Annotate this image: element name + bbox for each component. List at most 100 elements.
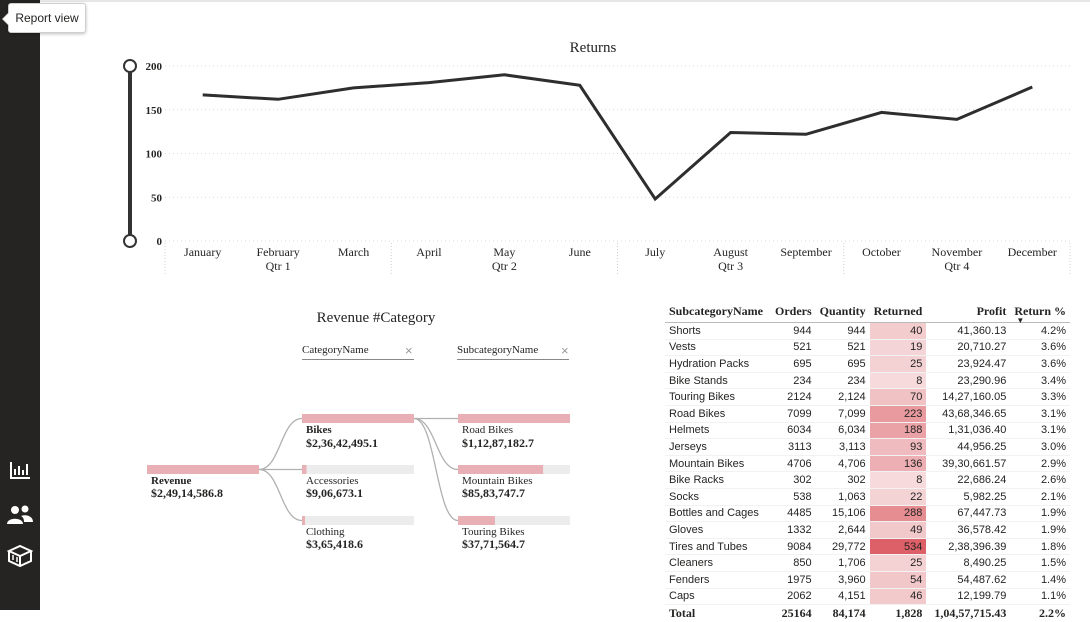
cell-returned: 136 (869, 455, 927, 473)
remove-level-subcategory-icon[interactable]: × (561, 343, 569, 358)
y-zoom-slider-bottom-handle[interactable] (123, 234, 137, 248)
category-node-bar[interactable] (302, 465, 307, 474)
column-header-return-pct[interactable]: Return % ▼ (1010, 300, 1070, 326)
table-row[interactable]: Bottles and Cages 4485 15,106 288 67,447.73 1… (665, 505, 1071, 523)
cell-subcategory: Jerseys (665, 438, 771, 456)
cell-returned: 8 (869, 471, 927, 489)
table-row[interactable]: Helmets 6034 6,034 188 1,31,036.40 3.1% (665, 422, 1071, 440)
cell-orders: 1975 (771, 571, 816, 589)
cell-returned: 25 (869, 554, 927, 572)
cell-return-pct: 1.8% (1010, 538, 1071, 556)
cell-profit: 44,956.25 (926, 438, 1011, 456)
quarter-label: Qtr 2 (492, 259, 517, 273)
table-row[interactable]: Tires and Tubes 9084 29,772 534 2,38,396.39 1… (665, 538, 1071, 556)
cell-quantity: 29,772 (815, 538, 870, 556)
cell-orders: 7099 (771, 405, 816, 423)
table-row[interactable]: Jerseys 3113 3,113 93 44,956.25 3.0% (665, 438, 1071, 456)
table-row[interactable]: Road Bikes 7099 7,099 223 43,68,346.65 3.1% (665, 405, 1071, 423)
table-row[interactable]: Mountain Bikes 4706 4,706 136 39,30,661.57 2.… (665, 455, 1071, 473)
cell-quantity: 2,644 (815, 521, 870, 539)
cell-subcategory: Fenders (665, 571, 771, 589)
subcategory-node-bar[interactable] (458, 414, 570, 423)
cell-return-pct: 1.9% (1010, 521, 1071, 539)
root-to-category-link (258, 417, 303, 471)
x-tick-label: February (256, 245, 299, 259)
column-header-subcategory[interactable]: SubcategoryName (665, 300, 771, 323)
table-row[interactable]: Touring Bikes 2124 2,124 70 14,27,160.05 3.3% (665, 388, 1071, 406)
y-tick-label: 100 (146, 149, 163, 161)
cell-return-pct: 1.9% (1010, 505, 1071, 523)
category-node-label[interactable]: Bikes (306, 425, 332, 436)
x-tick-label: November (932, 245, 983, 259)
total-profit: 1,04,57,715.43 (926, 604, 1011, 622)
category-node-bar-track (302, 414, 414, 423)
returns-table: SubcategoryName Orders Quantity Returned… (665, 300, 1071, 622)
cell-orders: 4485 (771, 505, 816, 523)
y-tick-label: 150 (146, 105, 163, 117)
cell-profit: 12,199.79 (926, 588, 1011, 606)
cell-return-pct: 1.4% (1010, 571, 1071, 589)
x-tick-label: June (569, 245, 591, 259)
cell-returned: 46 (869, 588, 927, 606)
cell-returned: 19 (869, 339, 927, 357)
cell-orders: 234 (771, 372, 816, 390)
total-return-pct: 2.2% (1010, 604, 1071, 622)
table-row[interactable]: Cleaners 850 1,706 25 8,490.25 1.5% (665, 554, 1071, 572)
column-header-returned[interactable]: Returned (870, 300, 927, 323)
column-header-orders[interactable]: Orders (771, 300, 816, 323)
level-header-category[interactable]: CategoryName (302, 344, 414, 360)
cell-profit: 43,68,346.65 (926, 405, 1011, 423)
subcategory-node-label[interactable]: Road Bikes (462, 425, 513, 436)
cell-quantity: 1,706 (815, 554, 870, 572)
subcategory-node-value: $37,71,564.7 (462, 537, 525, 551)
table-row[interactable]: Bike Racks 302 302 8 22,686.24 2.6% (665, 471, 1071, 489)
subcategory-node-bar[interactable] (458, 465, 544, 474)
root-node-bar[interactable] (147, 465, 259, 474)
returns-series-line[interactable] (202, 73, 1033, 202)
table-row[interactable]: Socks 538 1,063 22 5,982.25 2.1% (665, 488, 1071, 506)
quarter-label: Qtr 3 (718, 259, 743, 273)
table-row[interactable]: Caps 2062 4,151 46 12,199.79 1.1% (665, 588, 1071, 606)
cell-returned: 54 (869, 571, 927, 589)
subcategory-node-bar[interactable] (458, 516, 495, 525)
cell-orders: 521 (771, 339, 816, 357)
cell-profit: 39,30,661.57 (926, 455, 1011, 473)
cell-profit: 14,27,160.05 (926, 388, 1011, 406)
table-row[interactable]: Hydration Packs 695 695 25 23,924.47 3.6% (665, 355, 1071, 373)
y-zoom-slider-top-handle[interactable] (123, 59, 137, 73)
cell-quantity: 695 (815, 355, 870, 373)
cell-subcategory: Road Bikes (665, 405, 771, 423)
model-view-icon[interactable] (4, 501, 36, 531)
quarter-label: Qtr 1 (266, 259, 291, 273)
total-label: Total (665, 604, 771, 622)
category-node-value: $9,06,673.1 (306, 486, 363, 500)
cell-subcategory: Tires and Tubes (665, 538, 771, 556)
report-view-icon[interactable] (4, 455, 36, 485)
cell-profit: 67,447.73 (926, 505, 1011, 523)
sort-descending-icon: ▼ (1016, 316, 1025, 325)
x-tick-label: May (493, 245, 515, 259)
data-view-icon[interactable] (4, 541, 36, 571)
table-row[interactable]: Bike Stands 234 234 8 23,290.96 3.4% (665, 372, 1071, 390)
category-node-bar[interactable] (302, 516, 305, 525)
category-node-bar[interactable] (302, 414, 414, 423)
root-node-value: $2,49,14,586.8 (151, 486, 223, 500)
table-row[interactable]: Fenders 1975 3,960 54 54,487.62 1.4% (665, 571, 1071, 589)
cell-return-pct: 3.6% (1010, 355, 1071, 373)
x-tick-label: April (416, 245, 442, 259)
column-header-quantity[interactable]: Quantity (816, 300, 870, 323)
subcategory-node-value: $85,83,747.7 (462, 486, 525, 500)
remove-level-category-icon[interactable]: × (405, 343, 413, 358)
column-header-profit[interactable]: Profit (926, 300, 1010, 323)
level-header-subcategory[interactable]: SubcategoryName (457, 344, 569, 360)
cell-returned: 49 (869, 521, 927, 539)
table-row[interactable]: Vests 521 521 19 20,710.27 3.6% (665, 339, 1071, 357)
cell-returned: 534 (869, 538, 927, 556)
table-row[interactable]: Shorts 944 944 40 41,360.13 4.2% (665, 322, 1071, 340)
x-tick-label: October (862, 245, 901, 259)
cell-subcategory: Bottles and Cages (665, 505, 771, 523)
cell-return-pct: 3.0% (1010, 438, 1071, 456)
returns-line-chart: Returns 200 150 100 50 0 January February Marc… (123, 40, 1071, 275)
table-row[interactable]: Gloves 1332 2,644 49 36,578.42 1.9% (665, 521, 1071, 539)
cell-return-pct: 2.9% (1010, 455, 1071, 473)
